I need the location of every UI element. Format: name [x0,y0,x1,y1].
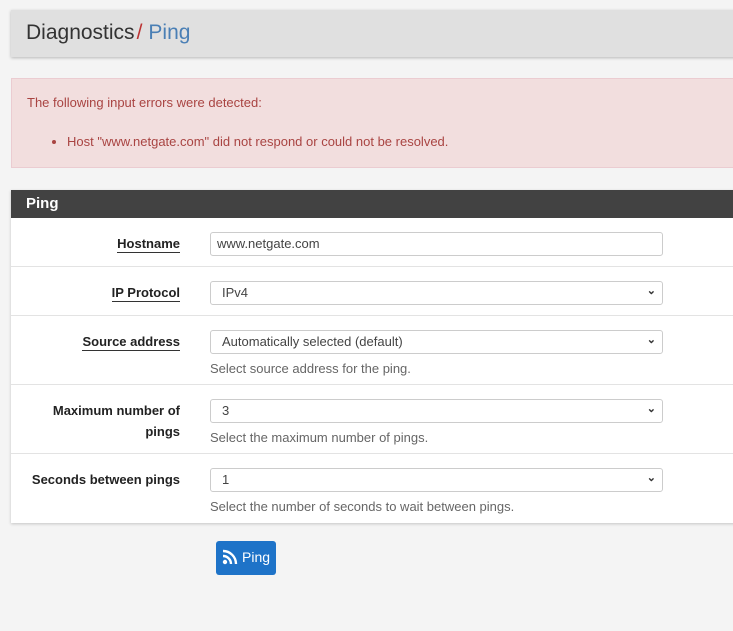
max-pings-row: Maximum number of pings 3 ⌄ Select the ma… [11,385,733,454]
breadcrumb: Diagnostics/Ping [11,10,733,57]
ip-protocol-label: IP Protocol [111,285,180,302]
ping-panel: Ping Hostname www.netgate.com IP Protoco… [11,190,733,523]
chevron-down-icon: ⌄ [646,403,656,415]
max-pings-label: Maximum number of pings [52,403,180,439]
seconds-between-select[interactable]: 1 ⌄ [210,468,663,492]
ping-button-label: Ping [242,549,271,565]
breadcrumb-current[interactable]: Ping [148,21,190,44]
error-alert: The following input errors were detected… [11,78,733,168]
ping-button[interactable]: Ping [216,541,276,575]
ip-protocol-row: IP Protocol IPv4 ⌄ [11,267,733,316]
seconds-between-label: Seconds between pings [31,472,180,487]
max-pings-help: Select the maximum number of pings. [210,430,429,445]
max-pings-select[interactable]: 3 ⌄ [210,399,663,423]
source-address-select[interactable]: Automatically selected (default) ⌄ [210,330,663,354]
hostname-label: Hostname [117,236,180,253]
chevron-down-icon: ⌄ [646,334,656,346]
hostname-row: Hostname www.netgate.com [11,218,733,267]
source-address-help: Select source address for the ping. [210,361,411,376]
error-item: Host "www.netgate.com" did not respond o… [67,134,725,149]
seconds-between-row: Seconds between pings 1 ⌄ Select the numb… [11,454,733,523]
source-address-label: Source address [82,334,180,351]
ip-protocol-select[interactable]: IPv4 ⌄ [210,281,663,305]
rss-icon [222,549,238,565]
chevron-down-icon: ⌄ [646,472,656,484]
seconds-between-help: Select the number of seconds to wait bet… [210,499,515,514]
breadcrumb-parent[interactable]: Diagnostics [26,21,135,44]
chevron-down-icon: ⌄ [646,285,656,297]
alert-title: The following input errors were detected… [27,95,262,110]
source-address-row: Source address Automatically selected (d… [11,316,733,385]
hostname-input[interactable]: www.netgate.com [210,232,663,256]
breadcrumb-separator: / [136,21,143,44]
panel-title: Ping [11,190,733,218]
